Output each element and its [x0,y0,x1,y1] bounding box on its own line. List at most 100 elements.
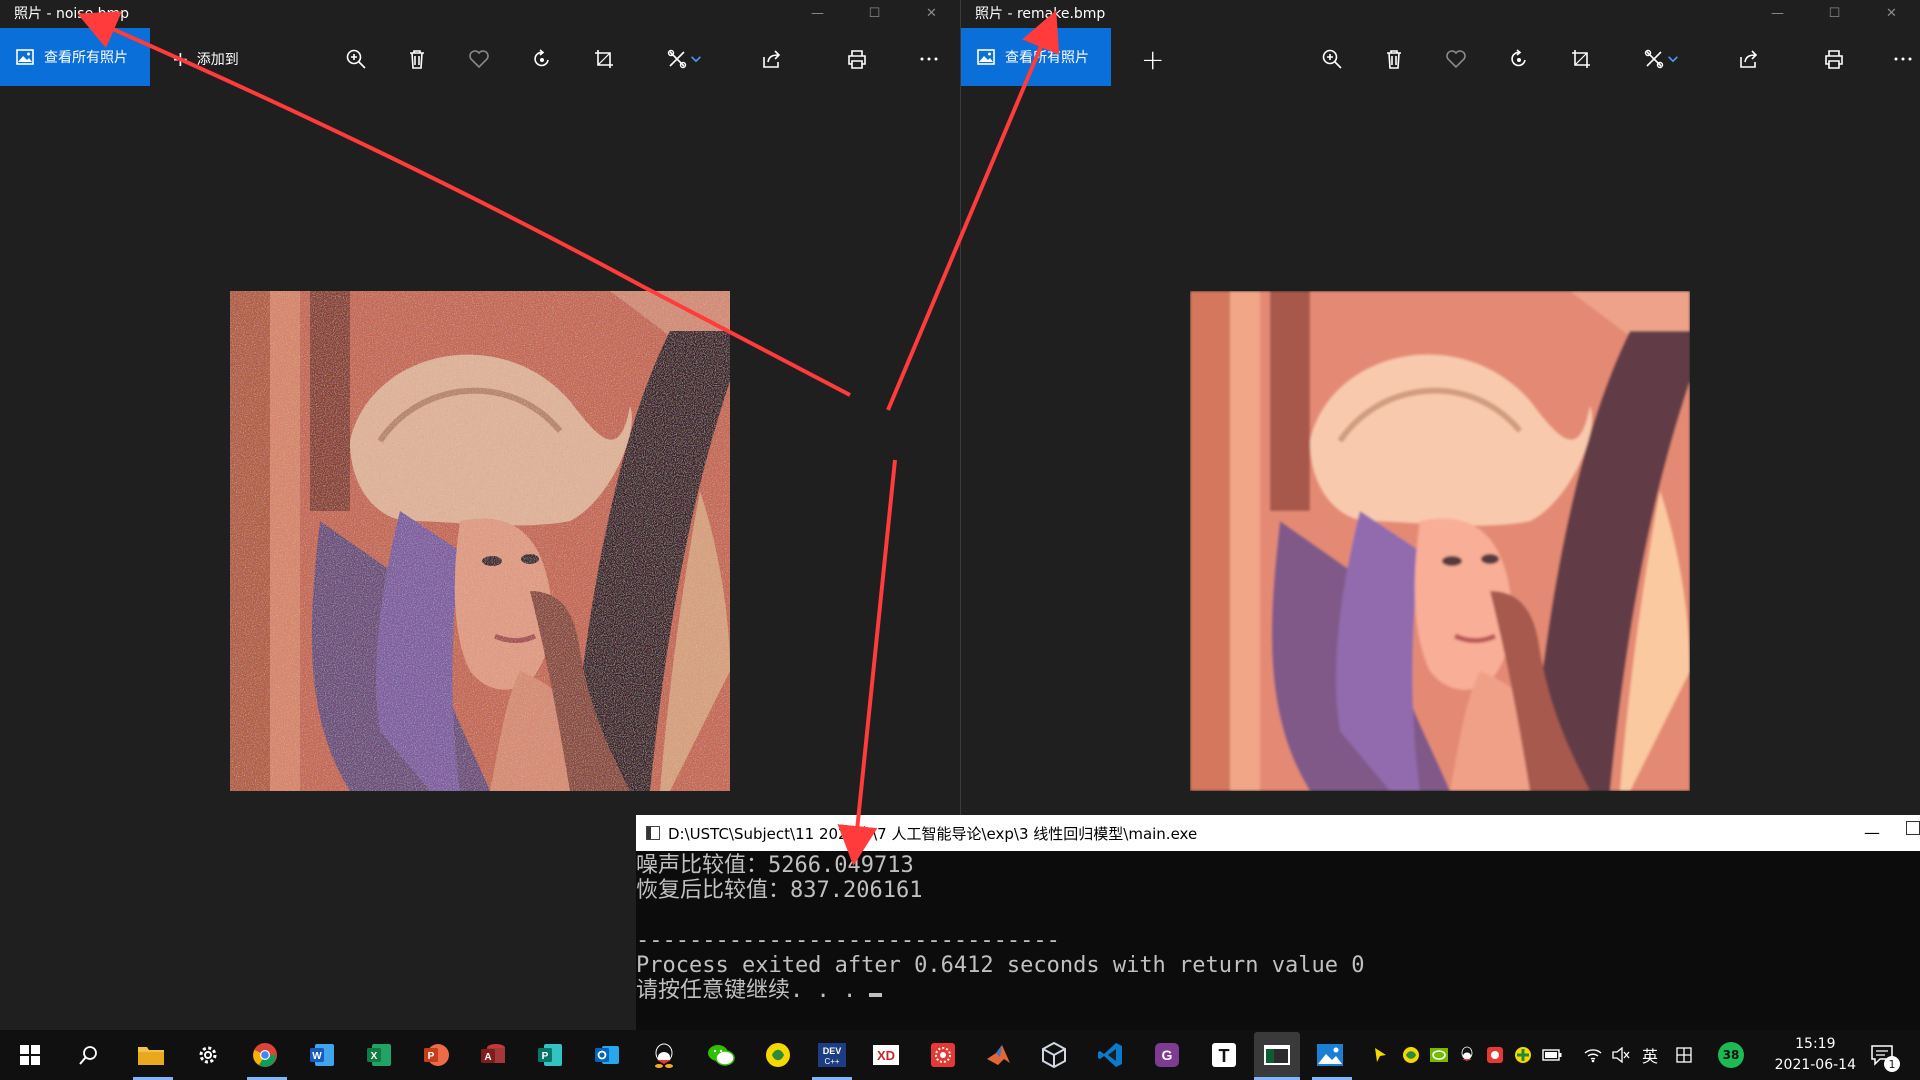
favorite-icon[interactable] [462,42,496,76]
mathtype-icon[interactable]: XD [868,1037,904,1073]
close-button[interactable]: ✕ [903,0,960,26]
huawei-tray-icon[interactable] [1484,1030,1506,1080]
photos-taskbar-icon[interactable] [1312,1037,1348,1073]
maximize-button[interactable]: ☐ [846,0,903,26]
plus-icon: + [1141,42,1165,76]
photo-toolbar: 查看所有照片 + [961,26,1920,92]
console-taskbar-icon[interactable] [1254,1032,1300,1078]
app-icon-yellow[interactable] [760,1037,796,1073]
photos-icon [16,49,34,65]
noisy-photo [230,291,730,791]
console-line: 恢复后比较值：837.206161 [636,878,923,903]
chrome-icon[interactable] [247,1037,283,1073]
share-icon[interactable] [1732,42,1766,76]
vscode-icon[interactable] [1092,1037,1128,1073]
tray-app-yellow-icon[interactable] [1400,1030,1422,1080]
minimize-button[interactable]: — [1864,823,1880,842]
powerpoint-icon[interactable]: P [418,1037,454,1073]
console-prompt-line: 请按任意键继续. . . [636,978,1920,1003]
svg-text:W: W [312,1051,322,1062]
delete-icon[interactable] [1377,42,1411,76]
console-line: -------------------------------- [636,928,1060,953]
photo-toolbar: 查看所有照片 + 添加到 [0,26,960,92]
crop-icon[interactable] [1564,42,1598,76]
virtualbox-icon[interactable] [1036,1037,1072,1073]
minimize-button[interactable]: — [1749,0,1806,26]
favorite-icon[interactable] [1439,42,1473,76]
console-output: 噪声比较值：5266.049713 恢复后比较值：837.206161 ----… [636,851,1920,1003]
badge-counter[interactable]: 38 [1716,1030,1746,1080]
close-button[interactable]: ✕ [1863,0,1920,26]
svg-text:DEV: DEV [823,1046,842,1056]
view-all-photos-button[interactable]: 查看所有照片 [961,28,1111,86]
add-to-label: 添加到 [196,52,239,68]
clock-date: 2021-06-14 [1774,1057,1856,1073]
rotate-icon[interactable] [1502,42,1536,76]
zoom-icon[interactable] [339,42,373,76]
more-icon[interactable] [912,42,946,76]
typora-icon[interactable]: T [1206,1037,1242,1073]
svg-text:G: G [1162,1047,1173,1063]
svg-text:X: X [371,1051,378,1062]
clock-time: 15:19 [1795,1036,1836,1052]
console-line: 噪声比较值：5266.049713 [636,853,914,878]
restored-photo [1190,291,1690,791]
add-to-button[interactable]: + 添加到 [172,47,239,71]
ime-language-indicator[interactable]: 英 [1638,1030,1662,1080]
maximize-button[interactable] [1906,821,1920,835]
chevron-down-icon[interactable] [688,42,704,76]
more-icon[interactable] [1889,42,1917,76]
tray-app-green-icon[interactable] [1512,1030,1534,1080]
pdf-app-icon[interactable]: G [1149,1037,1185,1073]
maximize-button[interactable]: ☐ [1806,0,1863,26]
rotate-icon[interactable] [525,42,559,76]
svg-text:A: A [484,1052,491,1063]
publisher-icon[interactable]: P [532,1037,568,1073]
titlebar: 照片 - remake.bmp — ☐ ✕ [961,0,1920,26]
qq-icon[interactable] [646,1037,682,1073]
view-all-label: 查看所有照片 [1005,50,1089,66]
titlebar: 照片 - noise.bmp — ☐ ✕ [0,0,960,26]
console-window: D:\USTC\Subject\11 2021春\7 人工智能导论\exp\3 … [636,815,1920,1030]
dev-cpp-icon[interactable]: DEV C++ [812,1037,852,1073]
cursor-tray-icon[interactable] [1370,1030,1392,1080]
share-icon[interactable] [755,42,789,76]
file-explorer-icon[interactable] [133,1037,169,1073]
qq-tray-icon[interactable] [1456,1030,1478,1080]
nvidia-icon[interactable] [1428,1030,1450,1080]
notification-center-icon[interactable]: 1 [1862,1030,1902,1080]
add-button[interactable]: + [1141,43,1164,76]
svg-text:XD: XD [877,1048,895,1063]
console-line: 请按任意键继续. . . [636,978,870,1003]
window-title: 照片 - remake.bmp [975,6,1106,22]
battery-icon[interactable] [1540,1030,1564,1080]
ime-mode-icon[interactable] [1672,1030,1696,1080]
print-icon[interactable] [1817,42,1851,76]
huawei-icon[interactable] [925,1037,961,1073]
print-icon[interactable] [840,42,874,76]
wechat-icon[interactable] [703,1037,739,1073]
delete-icon[interactable] [400,42,434,76]
console-titlebar: D:\USTC\Subject\11 2021春\7 人工智能导论\exp\3 … [636,815,1920,851]
wifi-icon[interactable] [1582,1030,1604,1080]
svg-text:T: T [1219,1046,1230,1066]
matlab-icon[interactable] [982,1037,1018,1073]
search-icon[interactable] [71,1037,107,1073]
console-title: D:\USTC\Subject\11 2021春\7 人工智能导论\exp\3 … [668,824,1198,843]
windows-start-icon[interactable] [12,1037,48,1073]
minimize-button[interactable]: — [789,0,846,26]
chevron-down-icon[interactable] [1665,42,1681,76]
word-icon[interactable]: W [304,1037,340,1073]
view-all-photos-button[interactable]: 查看所有照片 [0,28,150,86]
settings-icon[interactable] [190,1037,226,1073]
excel-icon[interactable]: X [361,1037,397,1073]
text-cursor [869,993,883,997]
access-icon[interactable]: A [475,1037,511,1073]
volume-muted-icon[interactable] [1610,1030,1632,1080]
svg-text:P: P [428,1051,435,1062]
system-clock[interactable]: 15:19 2021-06-14 [1775,1034,1856,1076]
zoom-icon[interactable] [1315,42,1349,76]
crop-icon[interactable] [587,42,621,76]
outlook-icon[interactable] [589,1037,625,1073]
